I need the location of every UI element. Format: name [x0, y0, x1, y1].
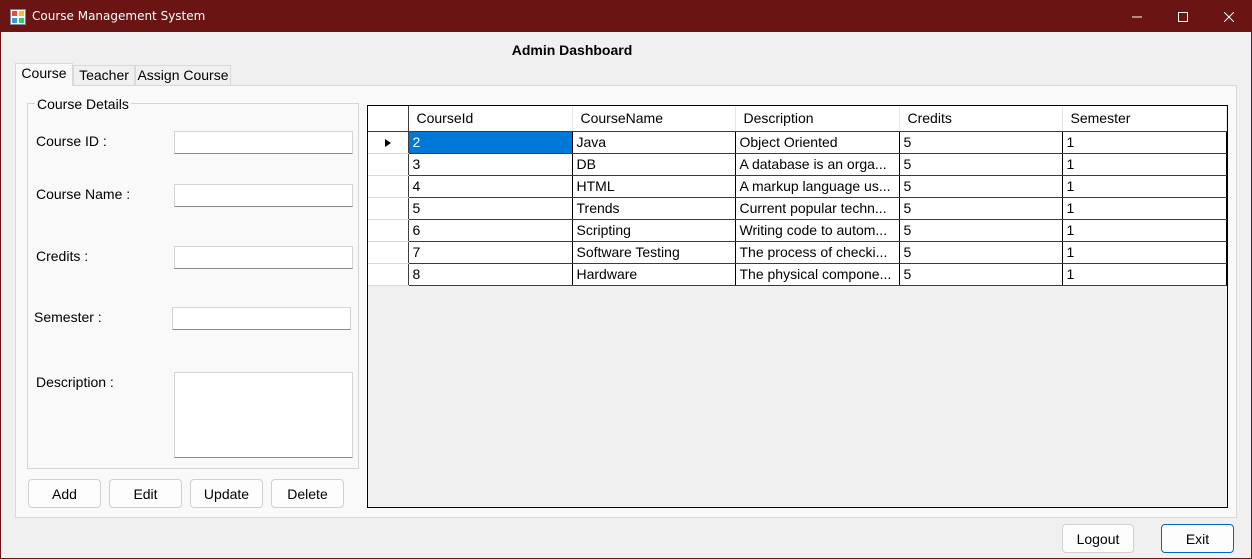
cell-coursename[interactable]: Hardware — [572, 263, 736, 286]
cell-credits[interactable]: 5 — [899, 263, 1063, 286]
maximize-icon — [1178, 11, 1188, 22]
row-header[interactable] — [368, 175, 409, 198]
cell-coursename[interactable]: Scripting — [572, 219, 736, 242]
edit-button[interactable]: Edit — [109, 479, 182, 508]
cell-semester[interactable]: 1 — [1062, 153, 1227, 176]
grid-header-row: CourseId CourseName Description Credits … — [368, 106, 1227, 132]
cell-credits[interactable]: 5 — [899, 175, 1063, 198]
course-id-field[interactable] — [174, 131, 353, 154]
close-icon — [1224, 11, 1234, 22]
column-header-coursename[interactable]: CourseName — [572, 106, 736, 132]
maximize-button[interactable] — [1160, 1, 1206, 32]
cell-courseid[interactable]: 4 — [408, 175, 573, 198]
app-window-icon — [10, 9, 26, 25]
cell-description[interactable]: Object Oriented — [735, 131, 900, 154]
cell-semester[interactable]: 1 — [1062, 263, 1227, 286]
table-row[interactable]: 5 Trends Current popular techn... 5 1 — [368, 197, 1227, 220]
credits-label: Credits : — [36, 248, 89, 264]
close-button[interactable] — [1206, 1, 1252, 32]
cell-credits[interactable]: 5 — [899, 219, 1063, 242]
cell-coursename[interactable]: Software Testing — [572, 241, 736, 264]
current-row-arrow-icon — [384, 139, 391, 147]
table-row[interactable]: 4 HTML A markup language us... 5 1 — [368, 175, 1227, 198]
cell-courseid[interactable]: 5 — [408, 197, 573, 220]
logout-button[interactable]: Logout — [1062, 524, 1134, 553]
table-row[interactable]: 2 Java Object Oriented 5 1 — [368, 131, 1227, 154]
tab-course[interactable]: Course — [15, 63, 73, 86]
tab-teacher[interactable]: Teacher — [73, 65, 135, 85]
cell-credits[interactable]: 5 — [899, 131, 1063, 154]
semester-field[interactable] — [172, 307, 351, 330]
cell-credits[interactable]: 5 — [899, 241, 1063, 264]
cell-description[interactable]: The process of checki... — [735, 241, 900, 264]
credits-field[interactable] — [174, 246, 353, 269]
column-header-credits[interactable]: Credits — [899, 106, 1063, 132]
page-title: Admin Dashboard — [511, 42, 633, 58]
table-row[interactable]: 8 Hardware The physical compone... 5 1 — [368, 263, 1227, 286]
row-header[interactable] — [368, 197, 409, 220]
row-header[interactable] — [368, 153, 409, 176]
course-details-title: Course Details — [35, 96, 131, 112]
courses-grid[interactable]: CourseId CourseName Description Credits … — [367, 105, 1228, 508]
cell-courseid[interactable]: 8 — [408, 263, 573, 286]
row-header[interactable] — [368, 131, 409, 154]
courses-table: CourseId CourseName Description Credits … — [368, 106, 1227, 286]
cell-description[interactable]: The physical compone... — [735, 263, 900, 286]
main-window: Course Management System Admin Dashboard… — [0, 0, 1252, 559]
delete-button[interactable]: Delete — [271, 479, 344, 508]
description-field[interactable] — [174, 372, 353, 458]
row-header[interactable] — [368, 241, 409, 264]
cell-coursename[interactable]: Java — [572, 131, 736, 154]
cell-courseid[interactable]: 6 — [408, 219, 573, 242]
minimize-button[interactable] — [1114, 1, 1160, 32]
row-header[interactable] — [368, 263, 409, 286]
cell-description[interactable]: A database is an orga... — [735, 153, 900, 176]
course-name-label: Course Name : — [36, 186, 131, 202]
semester-label: Semester : — [34, 309, 102, 325]
column-header-description[interactable]: Description — [735, 106, 900, 132]
tab-assign-course[interactable]: Assign Course — [135, 65, 231, 85]
cell-description[interactable]: Writing code to autom... — [735, 219, 900, 242]
cell-coursename[interactable]: Trends — [572, 197, 736, 220]
exit-button[interactable]: Exit — [1161, 524, 1234, 553]
row-header[interactable] — [368, 219, 409, 242]
cell-semester[interactable]: 1 — [1062, 131, 1227, 154]
cell-coursename[interactable]: DB — [572, 153, 736, 176]
table-row[interactable]: 3 DB A database is an orga... 5 1 — [368, 153, 1227, 176]
cell-coursename[interactable]: HTML — [572, 175, 736, 198]
window-title: Course Management System — [32, 9, 206, 23]
cell-credits[interactable]: 5 — [899, 153, 1063, 176]
minimize-icon — [1132, 16, 1142, 17]
course-name-field[interactable] — [174, 184, 353, 207]
cell-description[interactable]: A markup language us... — [735, 175, 900, 198]
table-row[interactable]: 6 Scripting Writing code to autom... 5 1 — [368, 219, 1227, 242]
cell-description[interactable]: Current popular techn... — [735, 197, 900, 220]
cell-courseid[interactable]: 3 — [408, 153, 573, 176]
update-button[interactable]: Update — [190, 479, 263, 508]
grid-corner-header[interactable] — [368, 106, 409, 132]
description-label: Description : — [36, 374, 114, 390]
cell-semester[interactable]: 1 — [1062, 241, 1227, 264]
cell-courseid[interactable]: 7 — [408, 241, 573, 264]
column-header-courseid[interactable]: CourseId — [408, 106, 573, 132]
cell-semester[interactable]: 1 — [1062, 197, 1227, 220]
add-button[interactable]: Add — [28, 479, 101, 508]
course-id-label: Course ID : — [36, 133, 107, 149]
column-header-semester[interactable]: Semester — [1062, 106, 1227, 132]
cell-courseid[interactable]: 2 — [408, 131, 573, 154]
title-bar[interactable]: Course Management System — [1, 1, 1251, 32]
cell-semester[interactable]: 1 — [1062, 219, 1227, 242]
cell-credits[interactable]: 5 — [899, 197, 1063, 220]
cell-semester[interactable]: 1 — [1062, 175, 1227, 198]
table-row[interactable]: 7 Software Testing The process of checki… — [368, 241, 1227, 264]
